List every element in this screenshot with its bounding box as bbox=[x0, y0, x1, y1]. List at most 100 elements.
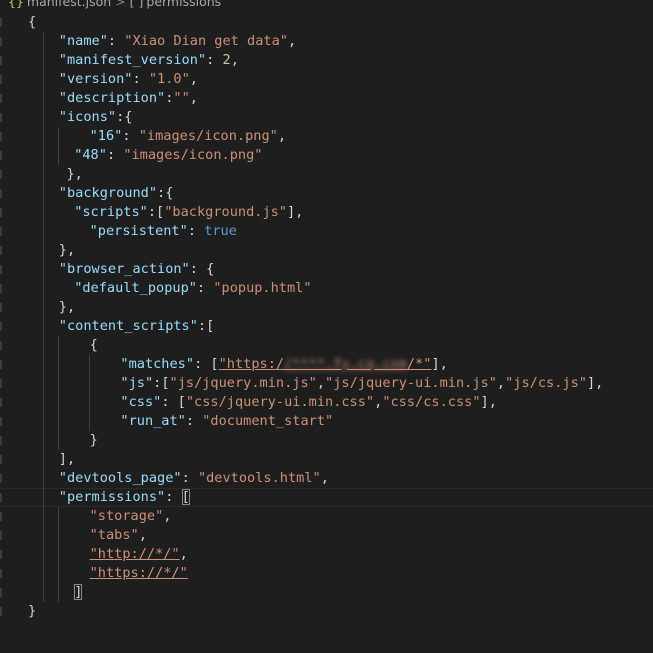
indent-guide bbox=[43, 507, 44, 526]
json-punctuation: , bbox=[287, 33, 297, 49]
code-line[interactable]: "description":"", bbox=[0, 89, 653, 108]
array-symbol-icon: [ ] bbox=[129, 0, 144, 9]
json-punctuation: : bbox=[165, 489, 182, 505]
indent-guide bbox=[43, 393, 44, 412]
indent-guide bbox=[58, 507, 59, 526]
code-line[interactable]: "48": "images/icon.png" bbox=[0, 146, 653, 165]
indent-guide bbox=[43, 184, 44, 203]
line-text: }, bbox=[67, 165, 83, 184]
indent-guide bbox=[43, 146, 44, 165]
code-line[interactable]: "storage", bbox=[0, 507, 653, 526]
indent-guide bbox=[89, 355, 90, 374]
line-text: "devtools_page": "devtools.html", bbox=[59, 469, 329, 488]
code-line[interactable]: "devtools_page": "devtools.html", bbox=[0, 469, 653, 488]
json-punctuation: : bbox=[187, 223, 205, 239]
code-line[interactable]: "version": "1.0", bbox=[0, 70, 653, 89]
json-punctuation: , bbox=[316, 375, 326, 391]
json-punctuation: : bbox=[107, 33, 125, 49]
indent-guide bbox=[58, 412, 59, 431]
indent-guide bbox=[43, 32, 44, 51]
json-url-string: "http://*/" bbox=[89, 546, 180, 562]
indent-guide bbox=[89, 393, 90, 412]
code-line[interactable]: "permissions": [ bbox=[0, 488, 653, 507]
line-text: "scripts":["background.js"], bbox=[74, 203, 303, 222]
json-punctuation: ], bbox=[287, 204, 304, 220]
fold-marker-icon bbox=[0, 398, 2, 407]
code-line[interactable]: "persistent": true bbox=[0, 222, 653, 241]
code-editor[interactable]: {} manifest.json >[ ] permissions {"name": … bbox=[0, 0, 653, 653]
json-string: "js/jquery-ui.min.js" bbox=[325, 375, 497, 391]
breadcrumb-file[interactable]: manifest.json bbox=[27, 0, 111, 9]
line-text: "http://*/", bbox=[90, 545, 188, 564]
code-line[interactable]: "background":{ bbox=[0, 184, 653, 203]
indent-guide bbox=[43, 450, 44, 469]
line-text: "permissions": [ bbox=[59, 488, 190, 507]
json-braces-icon: {} bbox=[8, 0, 24, 9]
json-url-string: /*" bbox=[406, 356, 432, 372]
code-line[interactable]: "https://*/" bbox=[0, 564, 653, 583]
line-text: ] bbox=[74, 583, 83, 602]
json-key: "css" bbox=[120, 394, 162, 410]
json-punctuation: }, bbox=[58, 299, 76, 315]
json-key: "js" bbox=[120, 375, 154, 391]
code-line[interactable]: "js":["js/jquery.min.js","js/jquery-ui.m… bbox=[0, 374, 653, 393]
fold-marker-icon bbox=[0, 94, 2, 103]
indent-guide bbox=[58, 355, 59, 374]
json-punctuation: : bbox=[106, 147, 124, 163]
json-string: "storage" bbox=[89, 508, 164, 524]
code-line[interactable]: "scripts":["background.js"], bbox=[0, 203, 653, 222]
code-lines[interactable]: {"name": "Xiao Dian get data", "manifest_… bbox=[0, 13, 653, 621]
json-punctuation: , bbox=[163, 508, 172, 524]
code-line[interactable]: { bbox=[0, 13, 653, 32]
code-line[interactable]: "css": ["css/jquery-ui.min.css","css/cs.… bbox=[0, 393, 653, 412]
code-line[interactable]: ], bbox=[0, 450, 653, 469]
code-line[interactable]: "matches": ["https://****.fy.cq.com/*"], bbox=[0, 355, 653, 374]
line-text: "description":"", bbox=[59, 89, 198, 108]
json-punctuation: } bbox=[89, 432, 98, 448]
code-line[interactable]: } bbox=[0, 431, 653, 450]
line-text: "js":["js/jquery.min.js","js/jquery-ui.m… bbox=[120, 374, 603, 393]
redacted-text: /****.fy.cq.com bbox=[284, 356, 407, 372]
json-string: "background.js" bbox=[164, 204, 287, 220]
code-line[interactable]: }, bbox=[0, 165, 653, 184]
code-line[interactable]: }, bbox=[0, 298, 653, 317]
fold-marker-icon bbox=[0, 265, 2, 274]
json-key: "scripts" bbox=[74, 204, 148, 220]
indent-guide bbox=[43, 89, 44, 108]
code-line[interactable]: "icons":{ bbox=[0, 108, 653, 127]
code-line[interactable]: "run_at": "document_start" bbox=[0, 412, 653, 431]
matched-bracket: ] bbox=[74, 584, 83, 600]
json-punctuation: { bbox=[89, 337, 98, 353]
json-punctuation: , bbox=[138, 527, 147, 543]
code-line[interactable]: "name": "Xiao Dian get data", bbox=[0, 32, 653, 51]
code-line[interactable]: } bbox=[0, 602, 653, 621]
json-punctuation: , bbox=[496, 375, 506, 391]
indent-guide bbox=[43, 545, 44, 564]
code-line[interactable]: ] bbox=[0, 583, 653, 602]
fold-marker-icon bbox=[0, 550, 2, 559]
line-text: "https://*/" bbox=[90, 564, 188, 583]
json-punctuation: : { bbox=[189, 261, 215, 277]
line-text: } bbox=[90, 431, 98, 450]
code-line[interactable]: "tabs", bbox=[0, 526, 653, 545]
code-line[interactable]: "http://*/", bbox=[0, 545, 653, 564]
line-text: ], bbox=[59, 450, 75, 469]
code-line[interactable]: "default_popup": "popup.html" bbox=[0, 279, 653, 298]
json-punctuation: : bbox=[196, 280, 214, 296]
line-text: { bbox=[28, 13, 36, 32]
indent-guide bbox=[58, 545, 59, 564]
code-line[interactable]: }, bbox=[0, 241, 653, 260]
fold-marker-icon bbox=[0, 607, 2, 616]
code-line[interactable]: "manifest_version": 2, bbox=[0, 51, 653, 70]
breadcrumb-symbol[interactable]: permissions bbox=[146, 0, 221, 9]
code-line[interactable]: "browser_action": { bbox=[0, 260, 653, 279]
json-key: "matches" bbox=[120, 356, 195, 372]
indent-guide bbox=[43, 279, 44, 298]
code-line[interactable]: "content_scripts":[ bbox=[0, 317, 653, 336]
fold-marker-icon bbox=[0, 113, 2, 122]
code-line[interactable]: "16": "images/icon.png", bbox=[0, 127, 653, 146]
indent-guide bbox=[43, 583, 44, 602]
json-url-string: "https:/ bbox=[218, 356, 285, 372]
code-line[interactable]: { bbox=[0, 336, 653, 355]
line-text: "default_popup": "popup.html" bbox=[74, 279, 311, 298]
